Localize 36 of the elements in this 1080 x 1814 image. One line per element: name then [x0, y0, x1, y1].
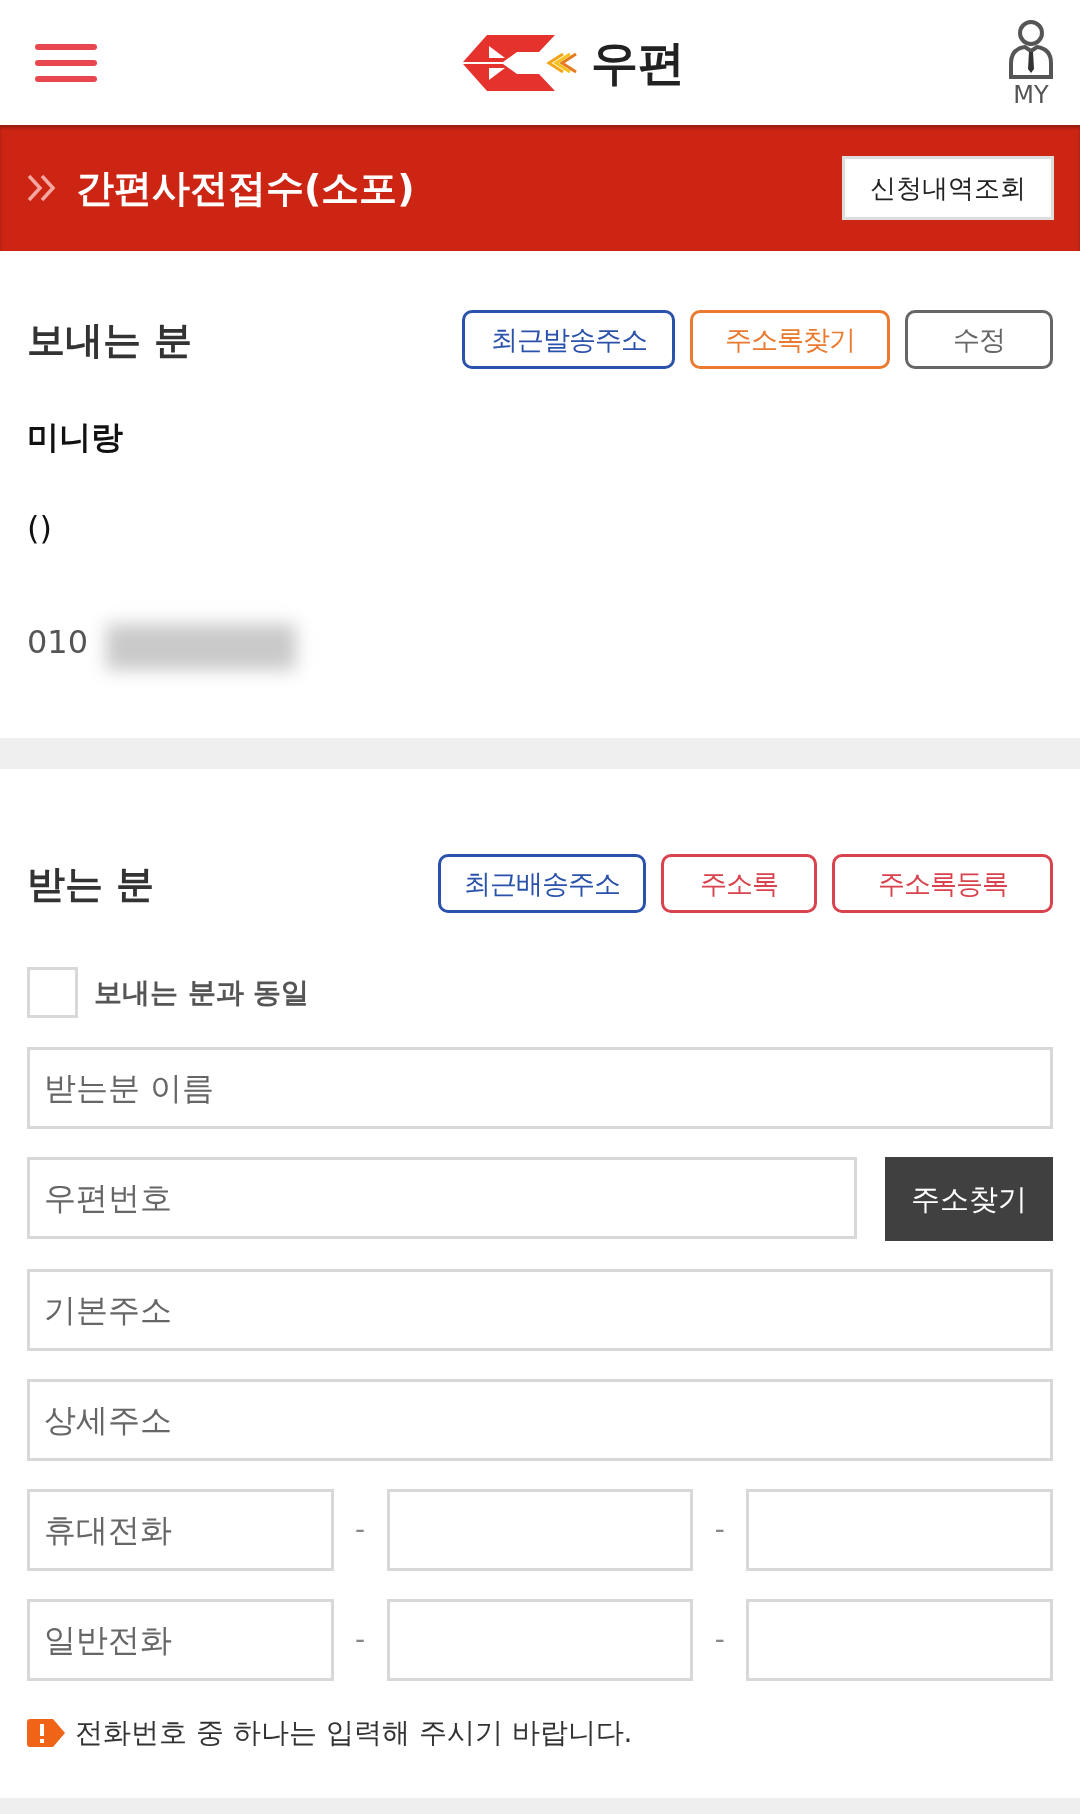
outline-button[interactable]: 주소록등록: [832, 854, 1053, 913]
sender-address: (): [27, 508, 52, 548]
my-page-button[interactable]: MY: [1007, 18, 1055, 107]
checkbox-label: 보내는 분과 동일: [94, 978, 310, 1007]
dash-separator: -: [354, 1516, 367, 1544]
sender-phone: 010: [27, 622, 89, 662]
sender-name: 미니랑: [27, 417, 123, 457]
input-field[interactable]: 휴대전화: [27, 1489, 334, 1571]
warning-icon: [27, 1719, 65, 1747]
input-field[interactable]: 기본주소: [27, 1269, 1053, 1351]
outline-button[interactable]: 최근발송주소: [462, 310, 675, 369]
checkbox[interactable]: [27, 967, 78, 1018]
dash-separator: -: [713, 1516, 726, 1544]
input-field[interactable]: [386, 1489, 694, 1571]
input-field[interactable]: 받는분 이름: [27, 1047, 1053, 1129]
input-field[interactable]: [746, 1599, 1053, 1681]
person-icon: [1007, 18, 1055, 79]
input-field[interactable]: [386, 1599, 694, 1681]
input-field[interactable]: 일반전화: [27, 1599, 334, 1681]
section-heading: 보내는 분: [27, 320, 193, 359]
outline-button[interactable]: 수정: [905, 310, 1053, 369]
dash-separator: -: [354, 1626, 367, 1654]
input-field[interactable]: 상세주소: [27, 1379, 1053, 1461]
double-chevron-icon: [26, 173, 58, 203]
notice-text: 전화번호 중 하나는 입력해 주시기 바랍니다.: [75, 1719, 633, 1747]
outline-button[interactable]: 최근배송주소: [438, 854, 646, 913]
menu-icon[interactable]: [35, 43, 97, 82]
outline-button[interactable]: 주소록: [661, 854, 817, 913]
section-heading: 받는 분: [27, 864, 155, 903]
input-field[interactable]: 우편번호: [27, 1157, 857, 1239]
address-search-button[interactable]: 주소찾기: [885, 1157, 1053, 1241]
page-title: 간편사전접수(소포): [76, 169, 415, 207]
history-button[interactable]: 신청내역조회: [842, 156, 1054, 220]
dash-separator: -: [713, 1626, 726, 1654]
logo-text: 우편: [591, 39, 685, 86]
input-field[interactable]: [746, 1489, 1053, 1571]
